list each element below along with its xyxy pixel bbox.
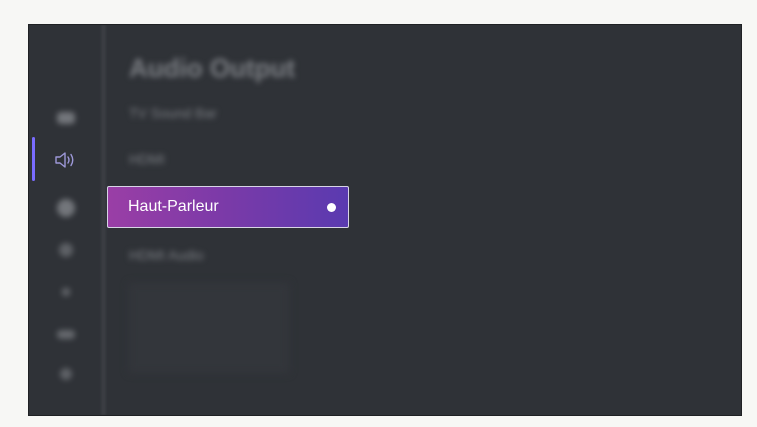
sound-icon[interactable] (53, 149, 79, 171)
rail-divider (101, 25, 106, 415)
selected-radio-icon (327, 203, 336, 212)
support-icon[interactable] (53, 363, 79, 385)
picture-icon[interactable] (53, 107, 79, 129)
empty-list-area (129, 283, 289, 373)
accessibility-icon[interactable] (53, 281, 79, 303)
menu-item-label: Haut-Parleur (128, 198, 219, 215)
settings-category-rail (29, 25, 107, 415)
audio-output-panel: Audio Output TV Sound Bar HDMI Haut-Parl… (107, 25, 741, 415)
network-icon[interactable] (53, 197, 79, 219)
menu-item-hdmi[interactable]: HDMI (129, 151, 165, 167)
panel-title: Audio Output (129, 53, 296, 83)
menu-item-haut-parleur[interactable]: Haut-Parleur (107, 186, 349, 228)
sound-icon-glyph (55, 152, 74, 168)
menu-item-hdmi-audio[interactable]: HDMI Audio (129, 247, 204, 263)
menu-item-tv-sound-bar[interactable]: TV Sound Bar (129, 105, 217, 121)
active-category-indicator (32, 137, 35, 181)
general-icon[interactable] (53, 323, 79, 345)
tv-screen: Audio Output TV Sound Bar HDMI Haut-Parl… (28, 24, 742, 416)
apps-icon[interactable] (53, 239, 79, 261)
